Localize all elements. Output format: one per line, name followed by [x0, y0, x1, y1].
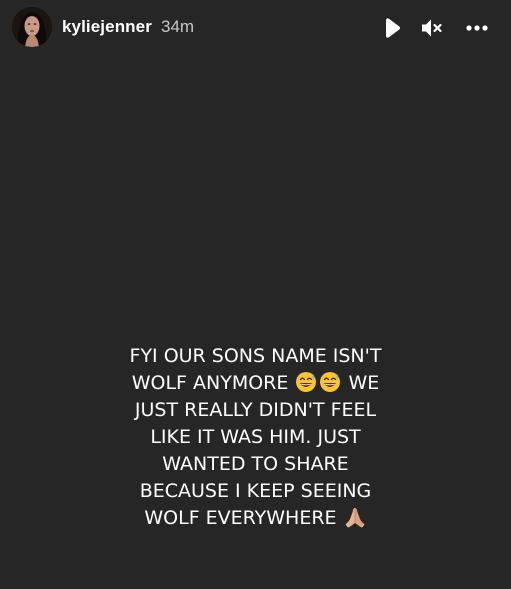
grinning-sweat-emoji — [319, 371, 341, 393]
story-text-segment: WOLF ANYMORE — [131, 372, 289, 394]
username[interactable]: kyliejenner — [62, 17, 152, 37]
folded-hands-emoji — [344, 506, 366, 528]
story-text-line: JUST REALLY DIDN'T FEEL — [134, 399, 377, 421]
story-text-segment: WE — [348, 372, 380, 394]
timestamp: 34m — [161, 17, 195, 36]
more-options-button[interactable] — [462, 14, 492, 42]
story-text-line: WOLF EVERYWHERE — [60, 505, 451, 532]
avatar[interactable] — [12, 7, 52, 47]
play-button[interactable] — [378, 14, 406, 42]
story-text-line: WANTED TO SHARE — [162, 453, 349, 475]
story-text-line: WOLF ANYMORE WE — [60, 370, 451, 397]
story-header: kyliejenner 34m — [0, 0, 511, 54]
mute-button[interactable] — [418, 14, 446, 42]
grinning-sweat-emoji — [295, 371, 317, 393]
story-text-line: FYI OUR SONS NAME ISN'T — [129, 345, 382, 367]
story-text: FYI OUR SONS NAME ISN'T WOLF ANYMORE WE … — [60, 343, 451, 532]
story-text-segment: WOLF EVERYWHERE — [144, 507, 337, 529]
story-viewer[interactable]: kyliejenner 34m FYI OUR SONS NAME ISN'T … — [0, 0, 511, 589]
more-options-icon — [466, 25, 488, 31]
speaker-muted-icon — [422, 19, 442, 37]
story-text-line: BECAUSE I KEEP SEEING — [139, 480, 372, 502]
story-text-line: LIKE IT WAS HIM. JUST — [150, 426, 361, 448]
play-icon — [386, 18, 401, 38]
